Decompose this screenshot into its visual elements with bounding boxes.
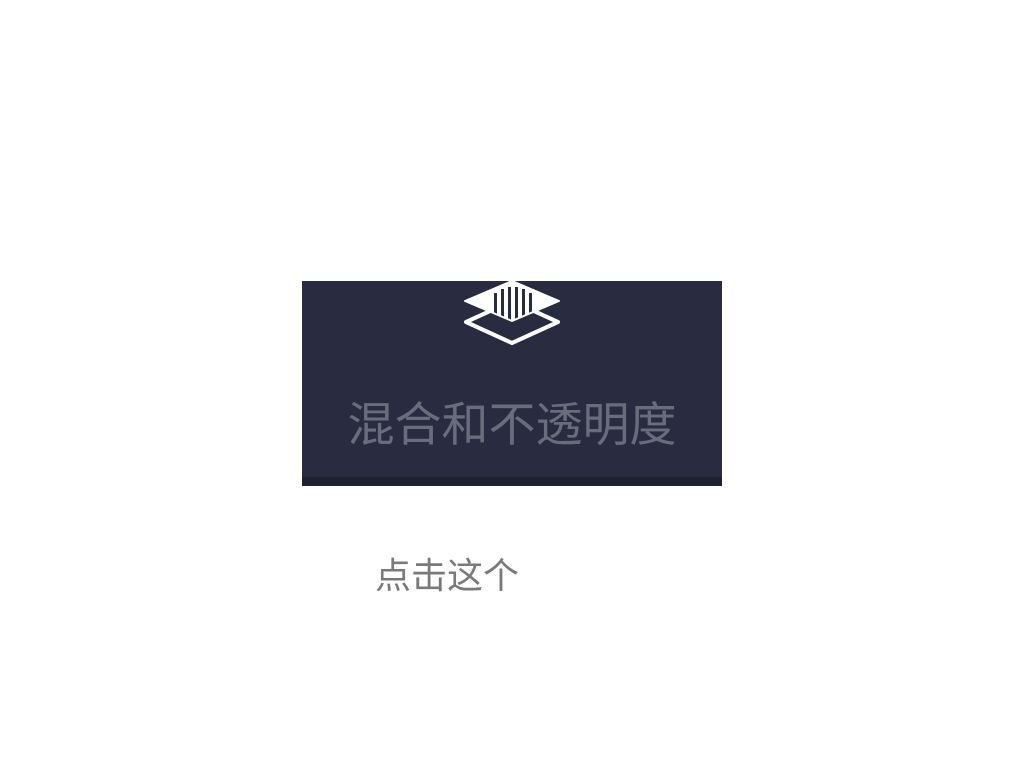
tool-label: 混合和不透明度 (347, 398, 677, 453)
layers-blend-icon (464, 281, 560, 345)
tutorial-screen: 混合和不透明度 点击这个 (0, 0, 1024, 768)
panel-bottom-edge (302, 477, 722, 486)
blend-opacity-tool-button[interactable]: 混合和不透明度 (302, 281, 722, 486)
instruction-text: 点击这个 (375, 556, 520, 597)
